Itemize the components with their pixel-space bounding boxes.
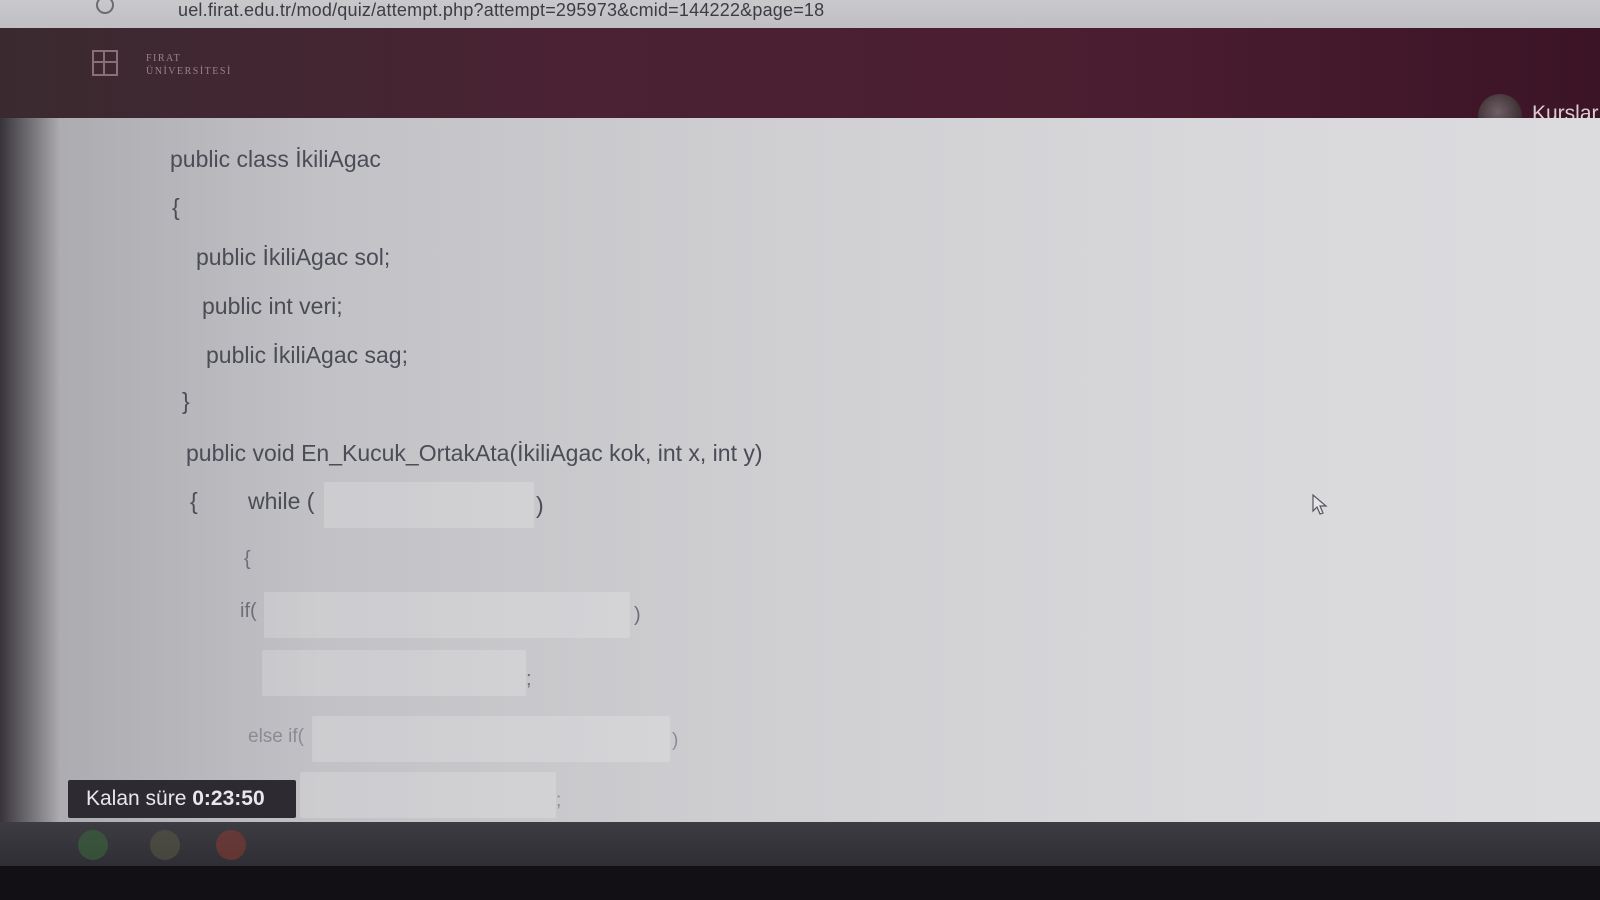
reload-icon[interactable] [96,0,114,14]
code-line-while-close: ) [536,492,544,518]
chrome-icon[interactable] [216,830,246,860]
else-if-statement-input[interactable] [300,772,556,818]
timer-value: 0:23:50 [192,787,265,810]
file-explorer-icon[interactable] [150,830,180,860]
code-line-if: if( [240,600,257,622]
code-line-class-decl: public class İkiliAgac [170,146,381,172]
code-line-if-close: ) [634,604,641,626]
code-line-method-open-brace: { [190,488,198,514]
code-line-open-brace: { [172,194,180,220]
logo-line-2: ÜNİVERSİTESİ [146,66,232,77]
screen: uel.firat.edu.tr/mod/quiz/attempt.php?at… [0,0,1600,900]
url-text[interactable]: uel.firat.edu.tr/mod/quiz/attempt.php?at… [178,0,824,21]
quiz-content [0,118,1600,822]
code-line-if-semicolon: ; [526,668,532,690]
else-if-condition-input[interactable] [312,716,670,762]
logo-line-1: FIRAT [146,53,182,64]
university-logo-text[interactable]: FIRAT ÜNİVERSİTESİ [146,52,232,78]
site-header [0,28,1600,128]
code-line-while: while ( [248,488,315,514]
code-line-else-if-close: ) [672,730,679,751]
if-condition-input[interactable] [264,592,630,638]
monitor-bezel [0,866,1600,900]
code-line-method-decl: public void En_Kucuk_OrtakAta(İkiliAgac … [186,440,763,466]
code-line-while-open-brace: { [244,548,251,570]
code-line-else-if: else if( [248,726,304,747]
code-line-close-brace: } [182,388,190,414]
university-logo-icon[interactable] [92,50,118,76]
code-line-else-if-semicolon: ; [556,790,562,811]
screen-left-shade [0,118,60,822]
if-statement-input[interactable] [262,650,526,696]
remaining-time-badge: Kalan süre 0:23:50 [68,780,296,818]
start-icon[interactable] [78,830,108,860]
while-condition-input[interactable] [324,482,534,528]
mouse-pointer-icon [1312,494,1328,515]
code-line-field-veri: public int veri; [202,293,343,319]
timer-label: Kalan süre [86,787,193,810]
code-line-field-sag: public İkiliAgac sag; [206,342,408,368]
code-line-field-sol: public İkiliAgac sol; [196,244,391,270]
